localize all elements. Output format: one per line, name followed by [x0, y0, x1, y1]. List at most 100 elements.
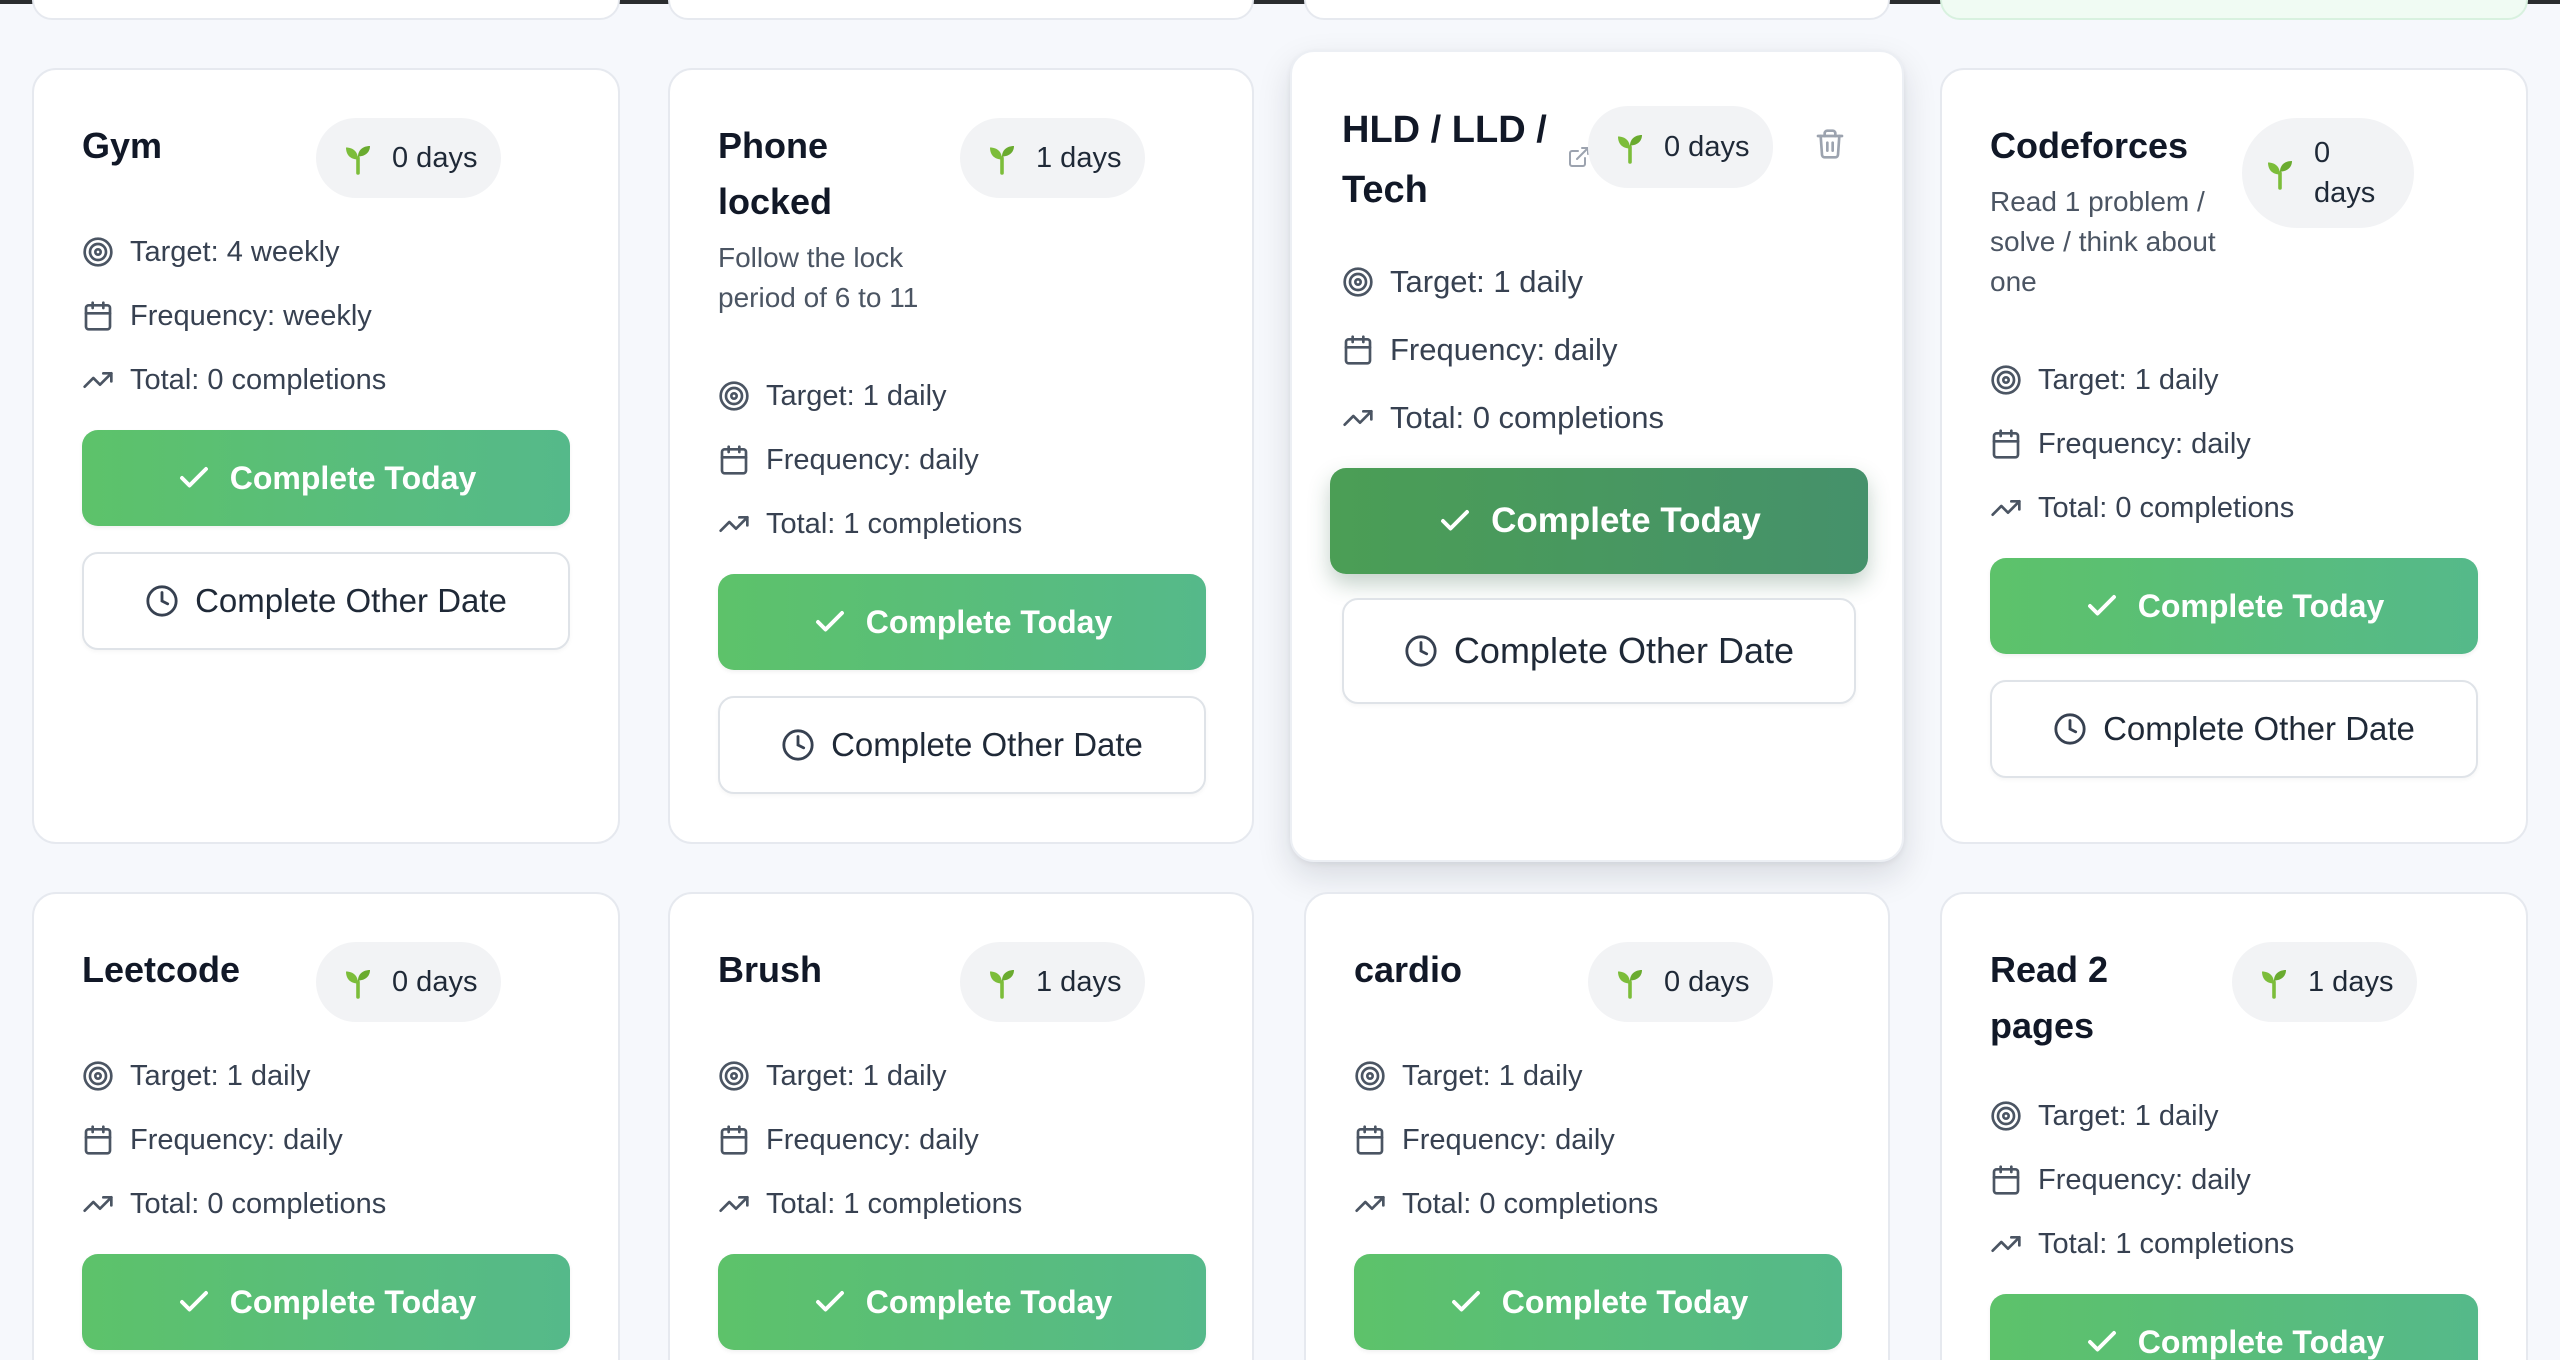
streak-badge: 1 days: [960, 942, 1146, 1022]
calendar-icon: [720, 1125, 748, 1155]
frequency-text: Frequency: weekly: [130, 299, 372, 332]
trending-up-icon: [83, 372, 113, 388]
target-stat: Target: 1 daily: [718, 376, 947, 416]
trending-up-icon: [1355, 1196, 1385, 1212]
total-text: Total: 0 completions: [130, 363, 387, 396]
habit-title: HLD / LLD / Tech: [1342, 109, 1547, 211]
complete-today-button[interactable]: Complete Today: [1990, 1294, 2478, 1360]
total-text: Total: 0 completions: [130, 1187, 387, 1220]
complete-today-label: Complete Today: [865, 603, 1113, 640]
total-text: Total: 0 completions: [2038, 491, 2295, 524]
calendar-icon: [1356, 1125, 1384, 1155]
habit-card: Leetcode 0 days Target: 1 daily Frequenc…: [32, 892, 620, 1360]
frequency-text: Frequency: daily: [766, 1123, 979, 1156]
habit-title: Gym: [82, 125, 163, 166]
check-icon: [179, 467, 208, 488]
sprout-icon: [2262, 970, 2286, 999]
habit-description: Read 1 problem / solve / think about one: [1990, 186, 2216, 297]
frequency-stat: Frequency: weekly: [82, 296, 372, 336]
sprout-icon: [990, 970, 1014, 999]
check-icon: [179, 1291, 208, 1312]
complete-other-date-button[interactable]: Complete Other Date: [1342, 598, 1856, 704]
streak-days: 1 days: [1036, 142, 1122, 174]
target-icon: [719, 381, 749, 411]
habit-card: Gym 0 days Target: 4 weekly Frequency: w…: [32, 68, 620, 844]
complete-today-button[interactable]: Complete Today: [82, 1254, 570, 1350]
sprout-icon: [2268, 161, 2292, 190]
target-text: Target: 1 daily: [1390, 264, 1583, 299]
habit-title: Read 2 pages: [1990, 949, 2109, 1046]
habit-title: cardio: [1354, 949, 1463, 990]
total-text: Total: 1 completions: [2038, 1227, 2295, 1260]
check-icon: [815, 611, 844, 632]
total-text: Total: 0 completions: [1390, 400, 1664, 435]
habit-card: Codeforces Read 1 problem / solve / thin…: [1940, 68, 2528, 844]
sprout-icon: [346, 970, 370, 999]
frequency-stat: Frequency: daily: [718, 440, 979, 480]
target-stat: Target: 4 weekly: [82, 232, 340, 272]
complete-other-date-button[interactable]: Complete Other Date: [82, 552, 570, 650]
complete-today-label: Complete Today: [2137, 587, 2385, 624]
target-icon: [1991, 365, 2021, 395]
complete-today-button[interactable]: Complete Today: [82, 430, 570, 526]
check-icon: [2087, 1331, 2116, 1352]
total-stat: Total: 1 completions: [718, 504, 1022, 544]
total-stat: Total: 1 completions: [718, 1184, 1022, 1224]
complete-other-date-button[interactable]: Complete Other Date: [718, 696, 1206, 794]
streak-days: 0 days: [1664, 131, 1750, 163]
previous-card-1: [32, 0, 620, 20]
sprout-icon: [346, 146, 370, 175]
habit-card: Brush 1 days Target: 1 daily Frequency: …: [668, 892, 1254, 1360]
total-stat: Total: 0 completions: [82, 1184, 386, 1224]
calendar-icon: [720, 445, 748, 475]
complete-today-label: Complete Today: [865, 1283, 1113, 1320]
sprout-icon: [990, 146, 1014, 175]
clock-icon: [146, 585, 178, 617]
complete-today-label: Complete Today: [2137, 1323, 2385, 1360]
calendar-icon: [1344, 335, 1372, 365]
streak-days: 0 days: [2314, 137, 2376, 209]
total-stat: Total: 0 completions: [1354, 1184, 1658, 1224]
habit-title: Codeforces: [1990, 125, 2189, 166]
complete-today-button[interactable]: Complete Today: [718, 574, 1206, 670]
complete-today-label: Complete Today: [229, 459, 477, 496]
habit-card: Read 2 pages 1 days Target: 1 daily Freq…: [1940, 892, 2528, 1360]
habit-card: Phone locked Follow the lock period of 6…: [668, 68, 1254, 844]
frequency-text: Frequency: daily: [130, 1123, 343, 1156]
frequency-text: Frequency: daily: [2038, 1163, 2251, 1196]
frequency-text: Frequency: daily: [1402, 1123, 1615, 1156]
complete-today-label: Complete Today: [1491, 501, 1761, 540]
target-icon: [83, 237, 113, 267]
habit-title: Leetcode: [82, 949, 241, 990]
streak-badge: 1 days: [960, 118, 1146, 198]
trash-icon[interactable]: [1812, 124, 1848, 164]
frequency-text: Frequency: daily: [766, 443, 979, 476]
target-text: Target: 1 daily: [2038, 363, 2219, 396]
check-icon: [1451, 1291, 1480, 1312]
complete-today-label: Complete Today: [1501, 1283, 1749, 1320]
check-icon: [2087, 595, 2116, 616]
total-stat: Total: 0 completions: [1342, 398, 1664, 438]
frequency-text: Frequency: daily: [1390, 332, 1618, 367]
frequency-stat: Frequency: daily: [82, 1120, 343, 1160]
check-icon: [1441, 510, 1470, 531]
check-icon: [815, 1291, 844, 1312]
habit-card: HLD / LLD / Tech 0 days Target: 1 daily …: [1290, 50, 1904, 862]
calendar-icon: [1992, 429, 2020, 459]
streak-days: 0 days: [392, 966, 478, 998]
trending-up-icon: [83, 1196, 113, 1212]
target-stat: Target: 1 daily: [1342, 262, 1583, 302]
target-stat: Target: 1 daily: [1990, 1096, 2219, 1136]
complete-today-button[interactable]: Complete Today: [718, 1254, 1206, 1350]
calendar-icon: [84, 1125, 112, 1155]
complete-today-button[interactable]: Complete Today: [1354, 1254, 1842, 1350]
complete-other-date-button[interactable]: Complete Other Date: [1990, 680, 2478, 778]
complete-today-label: Complete Today: [229, 1283, 477, 1320]
streak-days: 1 days: [1036, 966, 1122, 998]
complete-today-button[interactable]: Complete Today: [1990, 558, 2478, 654]
sprout-icon: [1618, 135, 1642, 164]
total-text: Total: 0 completions: [1402, 1187, 1659, 1220]
previous-card-4: [1940, 0, 2528, 20]
target-text: Target: 4 weekly: [130, 235, 340, 268]
complete-today-button[interactable]: Complete Today: [1330, 468, 1868, 574]
